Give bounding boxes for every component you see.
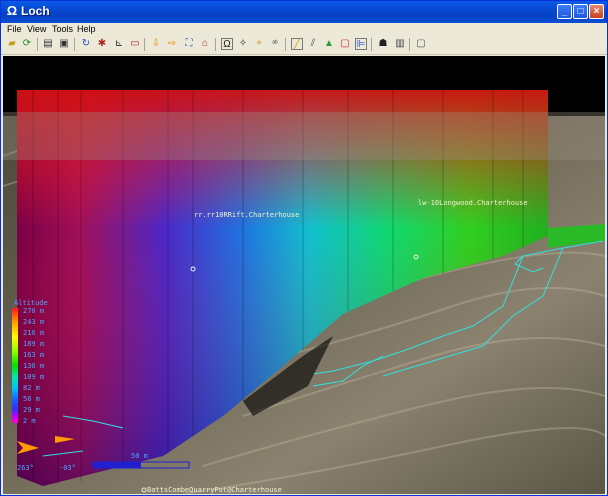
legend-tick: 109 m: [23, 373, 45, 381]
plus-icon[interactable]: +: [253, 38, 265, 50]
toolbar-separator: [409, 38, 410, 51]
legend-tick: 216 m: [23, 329, 45, 337]
3d-viewport[interactable]: rr.rr10RRift.Charterhouse lw-10Longwood.…: [3, 56, 605, 494]
measure-icon[interactable]: ⊾: [113, 38, 125, 50]
menu-tools[interactable]: Tools: [52, 24, 73, 34]
toolbar-separator: [285, 38, 286, 51]
open-folder-icon[interactable]: ▰: [6, 38, 18, 50]
scale-bar-fill: [93, 462, 141, 468]
tree-icon[interactable]: ⊫: [355, 38, 367, 50]
labels-icon[interactable]: ᵃᵇ: [269, 38, 281, 50]
legend-tick: 163 m: [23, 351, 45, 359]
scale-bar-label: 50 m: [131, 452, 148, 460]
surface-plane: [3, 112, 605, 160]
move-down-icon[interactable]: ⇩: [150, 38, 162, 50]
terrain-icon[interactable]: ▲: [323, 38, 335, 50]
legend-tick: 29 m: [23, 406, 40, 414]
fullscreen-icon[interactable]: ⛶: [183, 38, 195, 50]
legend-tick: 270 m: [23, 307, 45, 315]
menu-view[interactable]: View: [27, 24, 46, 34]
print-preview-icon[interactable]: ▣: [58, 38, 70, 50]
legend-tick: 56 m: [23, 395, 40, 403]
cave-survey-render: [3, 56, 605, 494]
minimize-button[interactable]: _: [557, 4, 572, 19]
toolbar-separator: [144, 38, 145, 51]
legend-tick: 82 m: [23, 384, 40, 392]
toolbar-separator: [37, 38, 38, 51]
maximize-button[interactable]: □: [573, 4, 588, 19]
window-title: Loch: [21, 4, 50, 18]
window-icon[interactable]: ▢: [415, 38, 427, 50]
leg-color-icon[interactable]: ╱: [291, 38, 303, 50]
compass-heading: 263°: [17, 464, 34, 472]
station-label-longwood[interactable]: lw-10Longwood.Charterhouse: [418, 199, 528, 207]
station-label-batts[interactable]: BattsCombeQuarryPot@Charterhouse: [147, 486, 282, 494]
compass-tilt: -03°: [59, 464, 76, 472]
app-window: Ω Loch _ □ × File View Tools Help ▰ ⟳ ▤ …: [0, 0, 608, 496]
legend-tick: 189 m: [23, 340, 45, 348]
menu-bar: File View Tools Help: [1, 23, 607, 36]
print-icon[interactable]: ▤: [42, 38, 54, 50]
menu-help[interactable]: Help: [77, 24, 96, 34]
altitude-legend-bar: [12, 308, 18, 423]
station-label-rift[interactable]: rr.rr10RRift.Charterhouse: [194, 211, 299, 219]
title-bar[interactable]: Ω Loch _ □ ×: [1, 1, 607, 23]
tubes-icon[interactable]: ⫽: [307, 38, 319, 50]
legend-title: Altitude: [14, 299, 48, 307]
toolbar-separator: [74, 38, 75, 51]
app-icon: Ω: [6, 3, 18, 18]
legend-tick: 243 m: [23, 318, 45, 326]
info-icon[interactable]: ▥: [394, 38, 406, 50]
target-icon[interactable]: ✧: [237, 38, 249, 50]
person-icon[interactable]: ☗: [377, 38, 389, 50]
toolbar: ▰ ⟳ ▤ ▣ ↻ ✱ ⊾ ▭ ⇩ ⇨ ⛶ ⌂ Ω ✧ + ᵃᵇ ╱ ⫽ ▲ ▢…: [1, 36, 607, 55]
move-right-icon[interactable]: ⇨: [166, 38, 178, 50]
menu-file[interactable]: File: [7, 24, 22, 34]
close-button[interactable]: ×: [589, 4, 604, 19]
toolbar-separator: [371, 38, 372, 51]
legend-tick: 136 m: [23, 362, 45, 370]
home-icon[interactable]: ⌂: [199, 38, 211, 50]
box-icon[interactable]: ▢: [339, 38, 351, 50]
legend-tick: 2 m: [23, 417, 36, 425]
toolbar-separator: [215, 38, 216, 51]
scale-icon[interactable]: ▭: [129, 38, 141, 50]
loop-icon[interactable]: Ω: [221, 38, 233, 50]
color-icon[interactable]: ✱: [96, 38, 108, 50]
reload-icon[interactable]: ⟳: [21, 38, 33, 50]
rotate-icon[interactable]: ↻: [80, 38, 92, 50]
